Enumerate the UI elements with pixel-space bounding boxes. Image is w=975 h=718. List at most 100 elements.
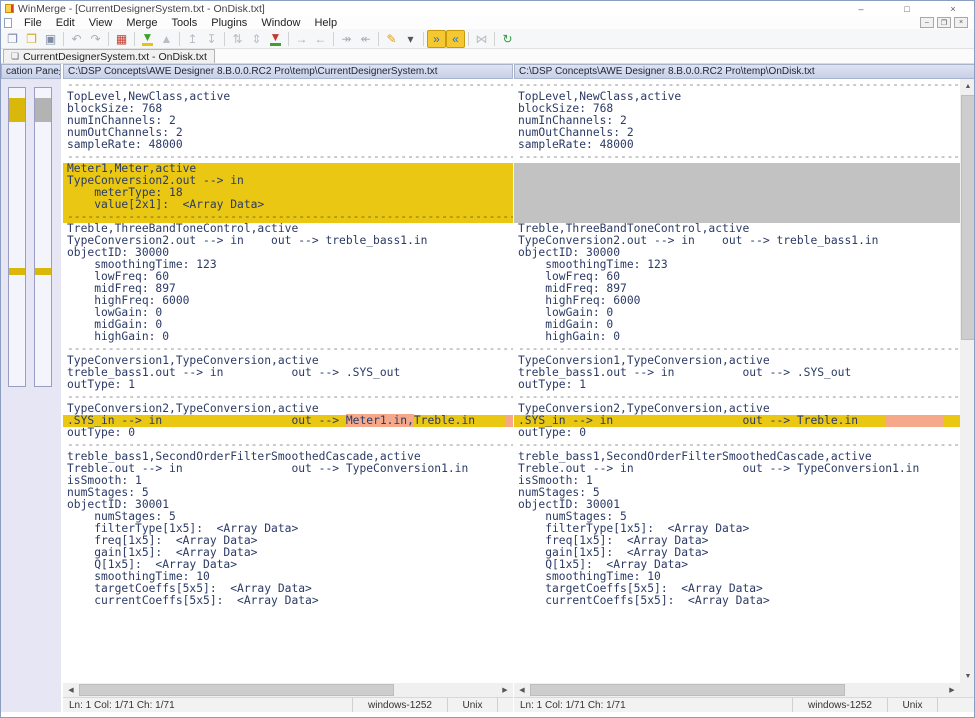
right-eol-style[interactable]: Unix [888,698,938,712]
toolbar-separator [134,32,135,46]
menu-help[interactable]: Help [307,16,344,29]
file-merge-mode-icon: ⋈ [476,33,488,45]
right-horizontal-scrollbar[interactable]: ◀ ▶ [514,683,960,697]
copy-left-and-advance-button[interactable]: ↞ [356,30,375,48]
previous-conflict-button[interactable]: ⇕ [247,30,266,48]
copy-all-to-right-icon: » [433,33,440,45]
menu-view[interactable]: View [82,16,120,29]
right-status-spacer [938,698,975,712]
deleted-block-line [514,175,960,187]
minimize-icon[interactable]: – [838,1,884,16]
location-pane-close-icon[interactable]: x [59,67,61,77]
location-diff-marker[interactable] [35,98,51,122]
left-file-header[interactable]: C:\DSP Concepts\AWE Designer 8.B.0.0.RC2… [63,64,513,79]
deleted-block-line [514,163,960,175]
toolbar-separator [179,32,180,46]
toolbar-separator [108,32,109,46]
left-file-path: C:\DSP Concepts\AWE Designer 8.B.0.0.RC2… [68,66,438,77]
redo-icon: ↷ [90,33,100,45]
toolbar-separator [423,32,424,46]
right-file-header[interactable]: C:\DSP Concepts\AWE Designer 8.B.0.0.RC2… [514,64,975,79]
right-editor[interactable]: ----------------------------------------… [514,79,960,683]
options-button[interactable]: ▦ [112,30,131,48]
toolbar-separator [333,32,334,46]
toolbar-separator [224,32,225,46]
code-line: ----------------------------------------… [514,151,960,163]
current-difference-icon: ▼ [270,31,282,46]
current-difference-button[interactable]: ▼ [266,30,285,48]
mdi-restore-icon[interactable]: ❐ [937,17,951,28]
location-bar-left[interactable] [8,87,26,387]
vertical-scroll-thumb[interactable] [961,95,975,340]
undo-button[interactable]: ↶ [67,30,86,48]
copy-right-button[interactable]: → [292,30,311,48]
auto-merge-dropdown-button[interactable]: ▾ [401,30,420,48]
location-diff-marker[interactable] [9,268,25,275]
left-eol-style[interactable]: Unix [448,698,498,712]
auto-merge-button[interactable]: ✎ [382,30,401,48]
scroll-up-icon[interactable]: ▲ [960,79,975,93]
vertical-scroll-track[interactable] [960,93,975,669]
last-difference-button[interactable]: ↧ [202,30,221,48]
refresh-icon: ↻ [502,33,512,45]
deleted-block-line [514,187,960,199]
code-line: currentCoeffs[5x5]: <Array Data> [514,595,960,607]
scroll-left-icon[interactable]: ◀ [63,683,79,697]
menu-edit[interactable]: Edit [49,16,82,29]
vertical-scrollbar[interactable]: ▲ ▼ [960,79,975,683]
file-merge-mode-button[interactable]: ⋈ [472,30,491,48]
copy-right-and-advance-button[interactable]: ↠ [337,30,356,48]
left-horizontal-scroll-thumb[interactable] [79,684,394,696]
previous-difference-icon: ▲ [161,33,173,45]
mdi-minimize-icon[interactable]: – [920,17,934,28]
left-status-bar: Ln: 1 Col: 1/71 Ch: 1/71 windows-1252 Un… [63,697,513,712]
previous-conflict-icon: ⇕ [251,33,261,45]
left-encoding[interactable]: windows-1252 [353,698,448,712]
location-diff-marker[interactable] [35,268,51,275]
first-difference-button[interactable]: ↥ [183,30,202,48]
scroll-down-icon[interactable]: ▼ [960,669,975,683]
location-bar-right[interactable] [34,87,52,387]
open-button[interactable]: ❒ [22,30,41,48]
menu-window[interactable]: Window [254,16,307,29]
scroll-left-icon[interactable]: ◀ [514,683,530,697]
auto-merge-icon: ✎ [386,33,396,45]
left-horizontal-scrollbar[interactable]: ◀ ▶ [63,683,513,697]
copy-right-icon: → [296,33,308,45]
location-diff-marker[interactable] [9,98,25,122]
menu-tools[interactable]: Tools [165,16,205,29]
copy-all-to-right-button[interactable]: » [427,30,446,48]
scroll-right-icon[interactable]: ▶ [944,683,960,697]
menu-file[interactable]: File [17,16,49,29]
toolbar-separator [468,32,469,46]
redo-button[interactable]: ↷ [86,30,105,48]
next-conflict-button[interactable]: ⇅ [228,30,247,48]
close-icon[interactable]: × [930,1,975,16]
scroll-right-icon[interactable]: ▶ [497,683,513,697]
word-diff-gap [886,415,944,427]
mdi-close-icon[interactable]: × [954,17,968,28]
save-button[interactable]: ▣ [41,30,60,48]
tab-compare-files[interactable]: ❏ CurrentDesignerSystem.txt - OnDisk.txt [3,49,215,63]
auto-merge-dropdown-icon: ▾ [407,33,413,45]
location-pane-header: cation Pane x [1,64,61,79]
menu-plugins[interactable]: Plugins [204,16,254,29]
copy-all-to-left-button[interactable]: « [446,30,465,48]
copy-left-button[interactable]: ← [311,30,330,48]
previous-difference-button[interactable]: ▲ [157,30,176,48]
document-icon[interactable] [4,18,12,28]
new-file-button[interactable]: ❐ [3,30,22,48]
menu-merge[interactable]: Merge [119,16,164,29]
left-horizontal-scroll-track[interactable] [79,683,497,697]
maximize-icon[interactable]: □ [884,1,930,16]
right-horizontal-scroll-track[interactable] [530,683,944,697]
toolbar-separator [288,32,289,46]
next-difference-button[interactable]: ▼ [138,30,157,48]
refresh-button[interactable]: ↻ [498,30,517,48]
toolbar-separator [494,32,495,46]
left-editor[interactable]: ----------------------------------------… [63,79,513,683]
right-encoding[interactable]: windows-1252 [793,698,888,712]
location-pane[interactable] [1,79,61,712]
copy-right-and-advance-icon: ↠ [341,33,351,45]
right-horizontal-scroll-thumb[interactable] [530,684,845,696]
